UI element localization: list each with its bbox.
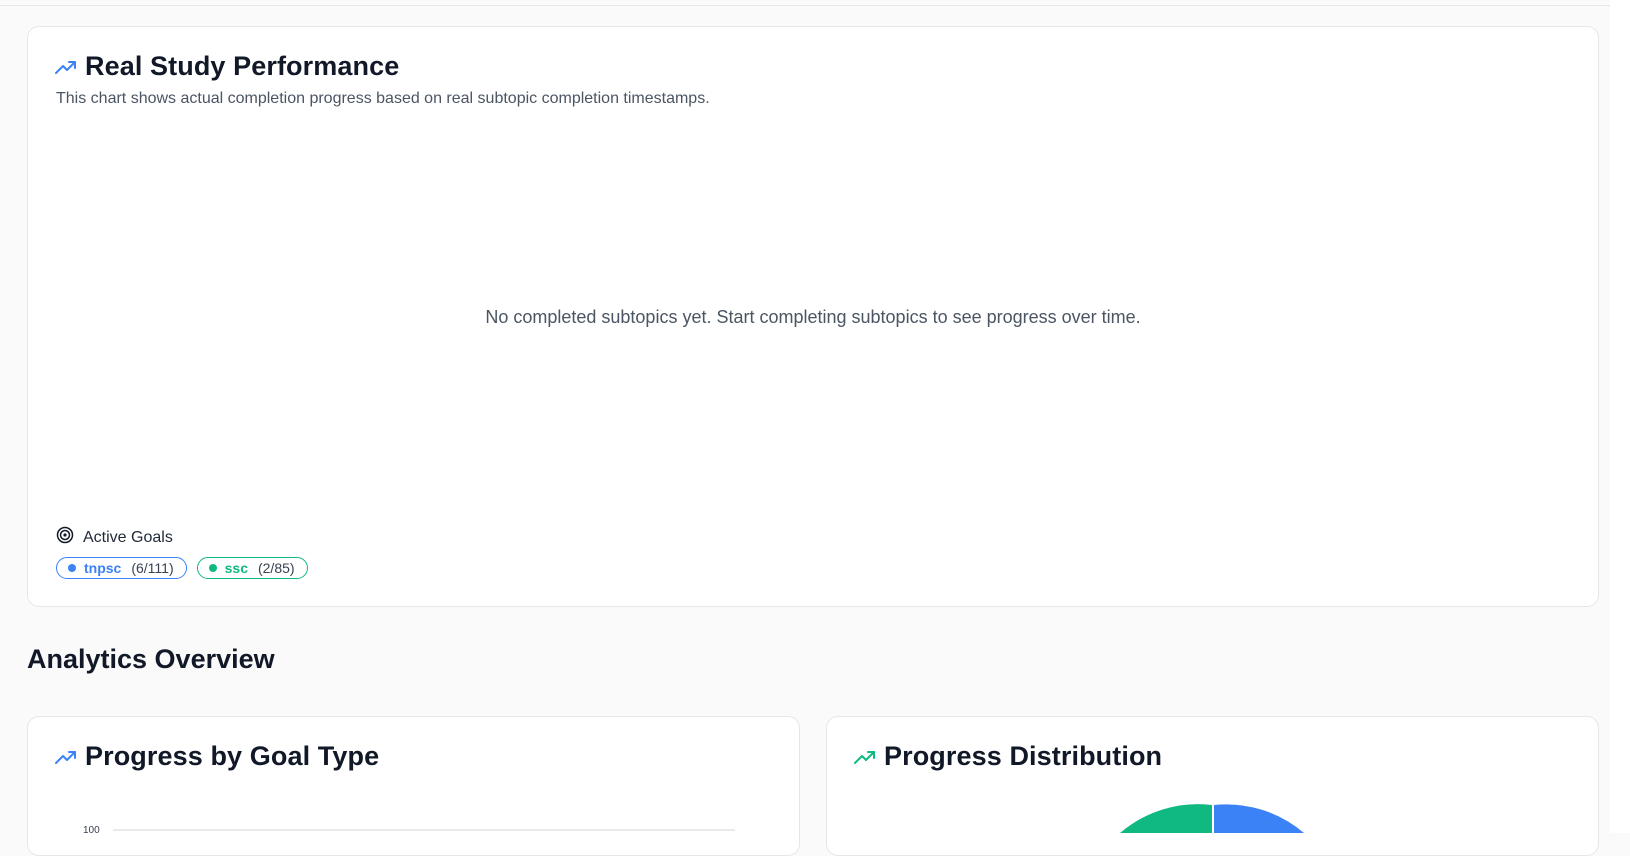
scrollbar-gutter[interactable] bbox=[1610, 0, 1630, 833]
goal-name: tnpsc bbox=[84, 560, 122, 576]
active-goals-label: Active Goals bbox=[83, 528, 173, 546]
target-icon bbox=[56, 526, 74, 549]
goal-count: (2/85) bbox=[257, 560, 295, 576]
study-performance-description: This chart shows actual completion progr… bbox=[56, 90, 710, 107]
active-goals-list: tnpsc (6/111) ssc (2/85) bbox=[56, 557, 308, 579]
progress-by-goal-type-card: Progress by Goal Type bbox=[27, 716, 800, 856]
goal-count: (6/111) bbox=[131, 560, 174, 576]
goal-badge-tnpsc[interactable]: tnpsc (6/111) bbox=[56, 557, 187, 579]
study-performance-title: Real Study Performance bbox=[85, 51, 400, 81]
goal-type-title: Progress by Goal Type bbox=[85, 741, 380, 771]
progress-distribution-card: Progress Distribution bbox=[826, 716, 1599, 856]
progress-distribution-pie bbox=[1120, 804, 1304, 833]
distribution-heading: Progress Distribution bbox=[854, 741, 1162, 772]
study-performance-heading: Real Study Performance bbox=[55, 51, 399, 82]
goal-badge-ssc[interactable]: ssc (2/85) bbox=[196, 557, 308, 579]
goal-name: ssc bbox=[224, 560, 248, 576]
top-border bbox=[0, 0, 1630, 6]
pie-slice-ssc bbox=[1120, 804, 1212, 833]
trending-up-icon bbox=[854, 750, 876, 764]
empty-state-message: No completed subtopics yet. Start comple… bbox=[485, 307, 1141, 327]
goal-type-heading: Progress by Goal Type bbox=[55, 741, 379, 772]
distribution-title: Progress Distribution bbox=[884, 741, 1163, 771]
goal-color-dot bbox=[208, 564, 217, 572]
trending-up-icon bbox=[55, 750, 77, 764]
goal-type-chart-axis: 100 bbox=[83, 825, 735, 833]
active-goals-header: Active Goals bbox=[56, 526, 173, 549]
analytics-overview-title: Analytics Overview bbox=[27, 644, 275, 674]
trending-up-icon bbox=[55, 60, 77, 74]
study-performance-card: Real Study Performance This chart shows … bbox=[27, 26, 1599, 607]
y-tick-label: 100 bbox=[83, 825, 100, 833]
goal-color-dot bbox=[68, 564, 76, 572]
pie-slice-tnpsc bbox=[1214, 804, 1304, 833]
